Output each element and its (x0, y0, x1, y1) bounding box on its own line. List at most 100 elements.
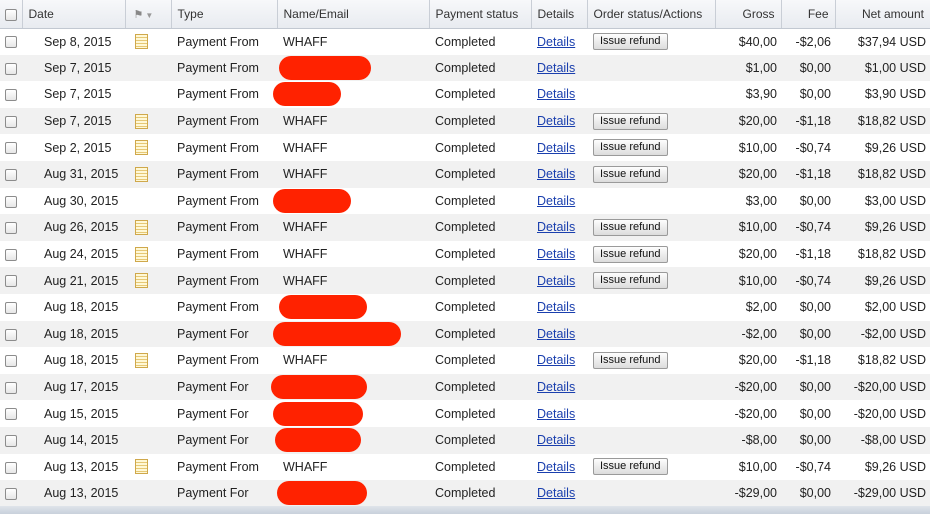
row-gross: -$20,00 (734, 406, 777, 421)
issue-refund-button[interactable]: Issue refund (593, 458, 668, 476)
details-link[interactable]: Details (537, 353, 575, 367)
row-payment-status: Completed (435, 300, 496, 315)
note-icon[interactable] (135, 220, 148, 236)
row-select-cell (0, 161, 22, 188)
details-link[interactable]: Details (537, 327, 575, 341)
row-checkbox[interactable] (5, 461, 17, 474)
table-row[interactable]: Aug 31, 2015 Payment From WHAFF Completed De… (0, 160, 930, 188)
details-link[interactable]: Details (537, 407, 575, 421)
details-link[interactable]: Details (537, 141, 575, 155)
note-icon[interactable] (135, 246, 148, 262)
row-details-cell: Details (531, 108, 587, 135)
row-checkbox[interactable] (5, 381, 17, 394)
row-checkbox[interactable] (5, 248, 17, 261)
row-checkbox[interactable] (5, 195, 17, 208)
row-checkbox[interactable] (5, 301, 17, 314)
table-row[interactable]: Aug 21, 2015 Payment From WHAFF Completed De… (0, 267, 930, 294)
col-type[interactable]: Type (170, 0, 277, 29)
details-link[interactable]: Details (537, 274, 575, 288)
table-row[interactable]: Aug 26, 2015 Payment From WHAFF Completed De… (0, 214, 930, 241)
row-type: Payment From (177, 247, 259, 262)
col-gross[interactable]: Gross (714, 0, 781, 29)
table-row[interactable]: Aug 14, 2015 Payment For Completed Details -… (0, 426, 930, 454)
row-type: Payment From (177, 34, 259, 49)
details-link[interactable]: Details (537, 194, 575, 208)
details-link[interactable]: Details (537, 486, 575, 500)
table-row[interactable]: Sep 2, 2015 Payment From WHAFF Completed Det… (0, 134, 930, 161)
redaction-mark (273, 401, 363, 426)
issue-refund-button[interactable]: Issue refund (593, 112, 668, 130)
table-row[interactable]: Aug 13, 2015 Payment From WHAFF Completed De… (0, 454, 930, 481)
row-checkbox[interactable] (5, 36, 17, 49)
issue-refund-button[interactable]: Issue refund (593, 272, 668, 290)
details-link[interactable]: Details (537, 300, 575, 314)
table-row[interactable]: Aug 24, 2015 Payment From WHAFF Completed De… (0, 241, 930, 268)
details-link[interactable]: Details (537, 380, 575, 394)
details-link[interactable]: Details (537, 61, 575, 75)
row-checkbox[interactable] (5, 142, 17, 155)
row-checkbox[interactable] (5, 275, 17, 288)
issue-refund-button[interactable]: Issue refund (593, 245, 668, 263)
details-link[interactable]: Details (537, 247, 575, 261)
col-payment-status[interactable]: Payment status (428, 0, 531, 29)
row-name-email: WHAFF (283, 459, 328, 474)
table-row[interactable]: Sep 7, 2015 Payment From Completed Details $… (0, 81, 930, 108)
row-type: Payment From (177, 60, 259, 75)
table-row[interactable]: Aug 17, 2015 Payment For Completed Details -… (0, 373, 930, 401)
row-details-cell: Details (531, 28, 587, 55)
row-checkbox[interactable] (5, 115, 17, 128)
note-icon[interactable] (135, 166, 148, 182)
row-name-email (273, 400, 429, 427)
col-flag[interactable]: ⚑ ▼ (124, 0, 171, 29)
issue-refund-button[interactable]: Issue refund (593, 351, 668, 369)
row-net-amount: $18,82 USD (857, 353, 926, 368)
col-net-amount[interactable]: Net amount (834, 0, 930, 29)
note-icon[interactable] (135, 113, 148, 129)
note-icon[interactable] (135, 273, 148, 289)
col-fee[interactable]: Fee (780, 0, 835, 29)
row-checkbox[interactable] (5, 168, 17, 181)
table-row[interactable]: Aug 18, 2015 Payment From Completed Details… (0, 294, 930, 321)
note-icon[interactable] (135, 353, 148, 369)
table-row[interactable]: Aug 18, 2015 Payment For Completed Details -… (0, 320, 930, 348)
issue-refund-button[interactable]: Issue refund (593, 33, 668, 51)
details-link[interactable]: Details (537, 460, 575, 474)
details-link[interactable]: Details (537, 114, 575, 128)
row-select-cell (0, 134, 22, 161)
issue-refund-button[interactable]: Issue refund (593, 165, 668, 183)
table-row[interactable]: Aug 13, 2015 Payment For Completed Details -… (0, 480, 930, 507)
row-checkbox[interactable] (5, 328, 17, 341)
table-row[interactable]: Aug 18, 2015 Payment From WHAFF Completed De… (0, 347, 930, 374)
table-row[interactable]: Aug 15, 2015 Payment For Completed Details -… (0, 400, 930, 427)
row-checkbox[interactable] (5, 434, 17, 447)
col-date[interactable]: Date (21, 0, 125, 29)
note-icon[interactable] (135, 140, 148, 156)
table-row[interactable]: Sep 8, 2015 Payment From WHAFF Completed Det… (0, 28, 930, 55)
table-row[interactable]: Aug 30, 2015 Payment From Completed Details… (0, 188, 930, 215)
row-date: Aug 13, 2015 (44, 486, 119, 501)
details-link[interactable]: Details (537, 87, 575, 101)
note-icon[interactable] (135, 34, 148, 50)
row-checkbox[interactable] (5, 355, 17, 368)
details-link[interactable]: Details (537, 167, 575, 181)
row-checkbox[interactable] (5, 488, 17, 501)
note-icon[interactable] (135, 459, 148, 475)
issue-refund-button[interactable]: Issue refund (593, 139, 668, 157)
flag-icon: ⚑ (133, 8, 144, 21)
col-name-email[interactable]: Name/Email (276, 0, 429, 29)
details-link[interactable]: Details (537, 35, 575, 49)
row-fee: -$1,18 (795, 114, 831, 129)
issue-refund-button[interactable]: Issue refund (593, 218, 668, 236)
select-all-checkbox[interactable] (4, 8, 17, 21)
details-link[interactable]: Details (537, 220, 575, 234)
row-details-cell: Details (531, 241, 587, 268)
row-action-cell: Issue refund (587, 108, 715, 135)
table-row[interactable]: Sep 7, 2015 Payment From Completed Details $… (0, 54, 930, 82)
row-checkbox[interactable] (5, 222, 17, 235)
row-checkbox[interactable] (5, 62, 17, 75)
row-fee: $0,00 (799, 193, 831, 208)
row-checkbox[interactable] (5, 408, 17, 421)
table-row[interactable]: Sep 7, 2015 Payment From WHAFF Completed Det… (0, 107, 930, 135)
details-link[interactable]: Details (537, 433, 575, 447)
row-checkbox[interactable] (5, 89, 17, 102)
